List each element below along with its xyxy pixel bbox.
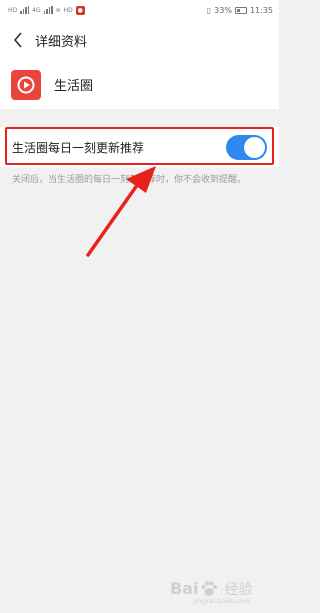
- annotation-arrow: [86, 166, 156, 257]
- network-indicator: 4G: [32, 6, 41, 14]
- title-bar: 详细资料: [0, 20, 279, 60]
- status-bar: HD 4G ≋ HD ● ▯ 33% 11:35: [0, 0, 279, 20]
- page-title: 详细资料: [35, 34, 88, 50]
- battery-percent: 33%: [214, 5, 232, 15]
- battery-icon: [234, 6, 247, 14]
- signal-icon: [20, 6, 30, 14]
- chevron-left-icon: [13, 32, 22, 48]
- status-bar-right: ▯ 33% 11:35: [207, 6, 273, 15]
- baidu-watermark: Bai 经验 jingyan.baidu.com: [170, 564, 279, 613]
- hd-indicator-2: HD: [63, 6, 73, 14]
- watermark-brand-left: Bai: [170, 579, 199, 598]
- back-button[interactable]: [3, 20, 33, 60]
- daily-recommendation-setting[interactable]: 生活圈每日一刻更新推荐: [0, 127, 279, 167]
- watermark-brand-right: 经验: [224, 581, 253, 598]
- wifi-icon: ≋: [55, 6, 61, 14]
- recommendation-toggle[interactable]: [226, 134, 267, 160]
- vibrate-icon: ▯: [206, 5, 212, 15]
- paw-icon: [201, 581, 218, 596]
- status-bar-left: HD 4G ≋ HD ●: [8, 5, 85, 15]
- notification-icon: ●: [75, 5, 85, 15]
- app-info-row: 生活圈: [0, 60, 279, 109]
- watermark-url: jingyan.baidu.com: [194, 598, 250, 605]
- hd-indicator: HD: [8, 6, 18, 14]
- play-icon: [17, 76, 35, 93]
- clock: 11:35: [249, 5, 273, 15]
- toggle-knob: [244, 136, 265, 158]
- app-icon: [11, 69, 41, 100]
- signal-icon-2: [43, 6, 53, 14]
- app-name: 生活圈: [54, 79, 94, 94]
- setting-label: 生活圈每日一刻更新推荐: [12, 140, 145, 155]
